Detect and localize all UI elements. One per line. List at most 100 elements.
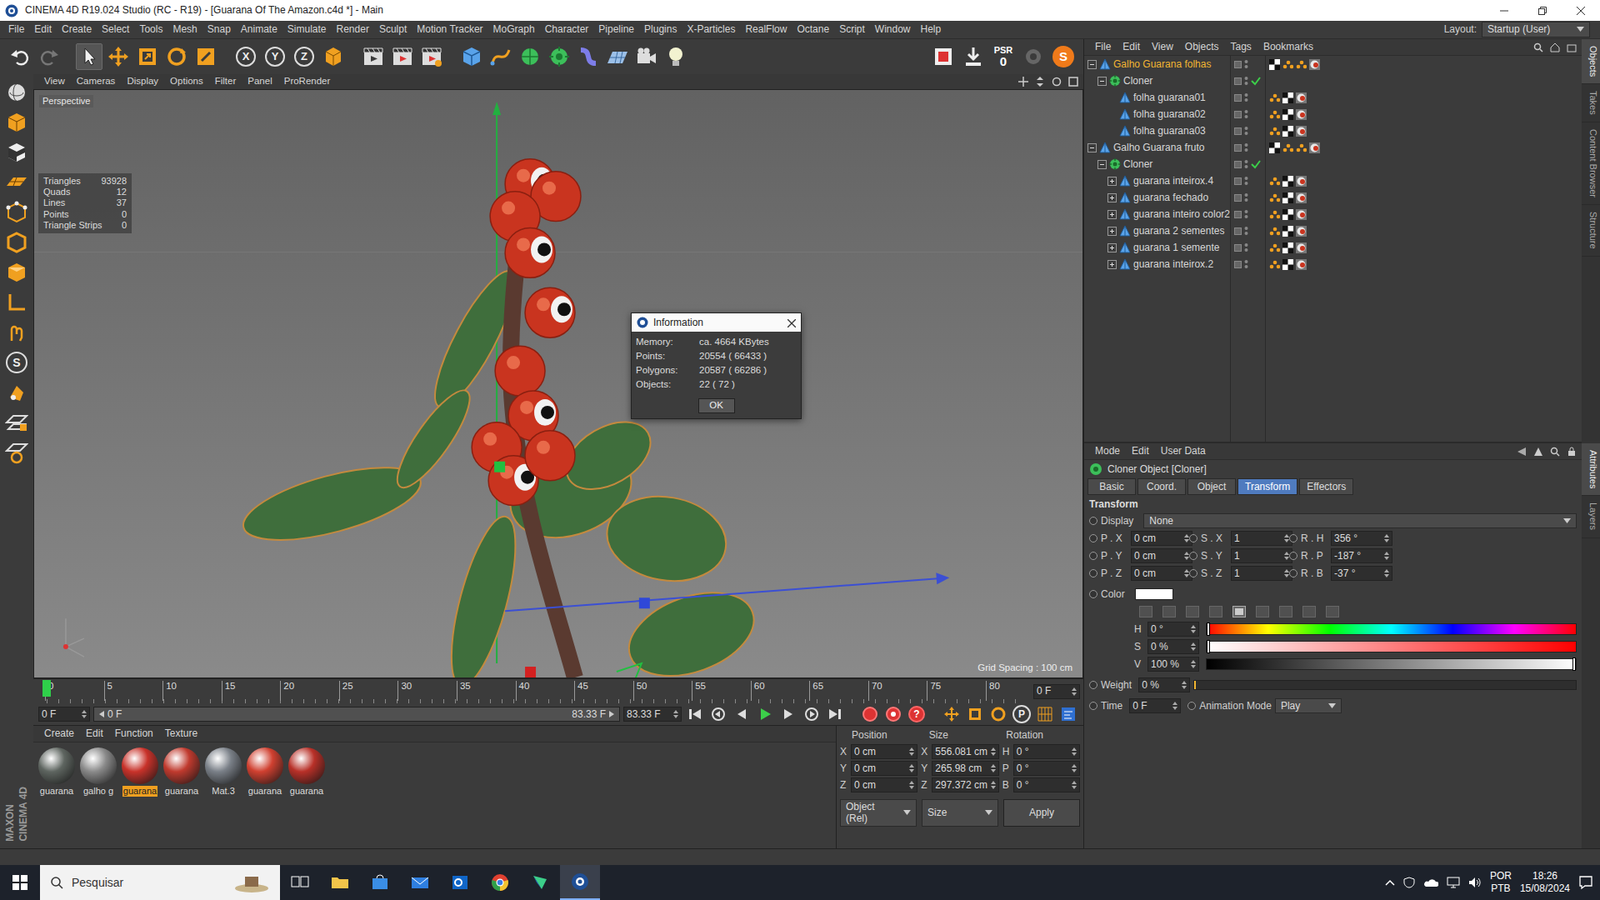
cinema4d-icon[interactable] bbox=[570, 871, 590, 892]
axis-lock-button[interactable]: X bbox=[232, 43, 260, 70]
size-mode-dropdown[interactable]: Size bbox=[921, 799, 999, 827]
menu-item[interactable]: File bbox=[3, 23, 30, 35]
start-frame-field[interactable]: 0 F bbox=[38, 706, 90, 722]
attribute-tab[interactable]: Basic bbox=[1087, 478, 1136, 495]
phong-tag-icon[interactable] bbox=[1295, 59, 1307, 70]
gear-icon[interactable] bbox=[1021, 45, 1045, 69]
layer-icon[interactable] bbox=[1234, 144, 1242, 152]
phong-tag-icon[interactable] bbox=[1269, 209, 1280, 220]
hsv-slider[interactable] bbox=[1205, 623, 1577, 635]
dialog-close-button[interactable] bbox=[787, 316, 796, 329]
position-field[interactable]: 0 cm bbox=[850, 744, 918, 760]
visibility-dots-icon[interactable] bbox=[1244, 225, 1249, 237]
hsv-slider-knob[interactable] bbox=[1206, 622, 1210, 636]
hsv-slider[interactable] bbox=[1205, 640, 1577, 653]
input-language[interactable]: PORPTB bbox=[1490, 870, 1512, 895]
texture-tag-icon[interactable] bbox=[1282, 125, 1294, 137]
side-tab[interactable]: Structure bbox=[1581, 205, 1600, 257]
field-value[interactable]: -37 ° bbox=[1334, 567, 1355, 580]
hsv-value[interactable]: 100 % bbox=[1150, 658, 1180, 670]
position-field[interactable]: 0 cm bbox=[850, 777, 918, 793]
record-icon[interactable] bbox=[861, 705, 879, 723]
menu-item[interactable]: Character bbox=[540, 23, 595, 35]
spinner-icon[interactable] bbox=[673, 709, 679, 720]
clock[interactable]: 18:2615/08/2024 bbox=[1520, 870, 1570, 895]
field-value[interactable]: 0 cm bbox=[1134, 532, 1156, 545]
material-label[interactable]: guarana bbox=[247, 785, 283, 797]
move-button[interactable] bbox=[105, 43, 132, 70]
dropdown-arrow-icon[interactable] bbox=[903, 810, 911, 815]
move-icon[interactable] bbox=[106, 45, 130, 69]
attribute-tab[interactable]: Transform bbox=[1237, 478, 1298, 495]
current-frame-marker[interactable] bbox=[42, 680, 51, 697]
layer-icon[interactable] bbox=[1234, 127, 1242, 135]
snap-plugin-button[interactable]: S bbox=[1050, 43, 1077, 70]
expand-icon[interactable] bbox=[1107, 210, 1117, 220]
redo-icon[interactable] bbox=[37, 45, 61, 69]
object-name[interactable]: guarana fechado bbox=[1133, 191, 1209, 204]
material-tag-icon[interactable] bbox=[1295, 209, 1307, 220]
store-icon[interactable] bbox=[370, 872, 390, 893]
layer-icon[interactable] bbox=[1234, 110, 1242, 119]
side-tab[interactable]: Takes bbox=[1581, 84, 1600, 123]
viewport-menu-item[interactable]: ProRender bbox=[278, 75, 337, 88]
position-value[interactable]: 0 cm bbox=[854, 745, 876, 758]
spinner-icon[interactable] bbox=[990, 780, 996, 790]
collapse-icon[interactable] bbox=[1097, 160, 1107, 170]
render-settings-icon[interactable] bbox=[420, 45, 444, 69]
lock-workplane-icon[interactable] bbox=[5, 410, 29, 435]
end-frame-value[interactable]: 83.33 F bbox=[626, 708, 661, 720]
axis-label[interactable]: Y bbox=[265, 46, 285, 67]
transform-field[interactable]: 0 cm bbox=[1130, 565, 1193, 581]
scale-button[interactable] bbox=[134, 43, 161, 70]
phong-tag-icon[interactable] bbox=[1269, 225, 1280, 237]
material-swatch[interactable]: guarana bbox=[161, 747, 202, 797]
material-swatch[interactable]: guarana bbox=[36, 747, 77, 797]
animate-radio[interactable] bbox=[1289, 534, 1298, 543]
render-view-icon[interactable] bbox=[361, 45, 385, 69]
transform-field[interactable]: 0 cm bbox=[1130, 530, 1193, 546]
phong-tag-icon[interactable] bbox=[1282, 59, 1294, 70]
gear-button[interactable] bbox=[1020, 43, 1047, 70]
tweak-icon[interactable] bbox=[5, 320, 29, 345]
attribute-tab[interactable]: Object bbox=[1187, 478, 1236, 495]
collapse-icon[interactable] bbox=[1087, 60, 1097, 70]
texture-tag-icon[interactable] bbox=[1282, 175, 1294, 187]
color-swatches-icon[interactable] bbox=[1302, 605, 1316, 618]
menu-item[interactable]: Render bbox=[331, 23, 375, 35]
texture-tag-icon[interactable] bbox=[1282, 92, 1294, 104]
object-name[interactable]: guarana 1 semente bbox=[1133, 241, 1220, 254]
weight-slider[interactable] bbox=[1193, 680, 1577, 690]
object-menu-item[interactable]: Bookmarks bbox=[1257, 40, 1320, 53]
workplane-icon[interactable] bbox=[5, 170, 29, 195]
visibility-dots-icon[interactable] bbox=[1244, 191, 1249, 204]
prev-frame-button[interactable] bbox=[731, 704, 752, 725]
field-value[interactable]: 1 bbox=[1234, 532, 1240, 545]
animate-radio[interactable] bbox=[1089, 516, 1098, 525]
key-pla-button[interactable] bbox=[1035, 704, 1055, 725]
field-value[interactable]: 0 cm bbox=[1134, 567, 1156, 580]
hsv-field[interactable]: 0 ° bbox=[1147, 621, 1200, 637]
object-menu-item[interactable]: Edit bbox=[1116, 40, 1146, 53]
expand-icon[interactable] bbox=[1107, 260, 1117, 270]
expand-icon[interactable] bbox=[1107, 176, 1117, 186]
display-dropdown[interactable]: None bbox=[1143, 513, 1577, 529]
texture-tag-icon[interactable] bbox=[1282, 109, 1294, 120]
current-frame-field[interactable]: 0 F bbox=[1033, 684, 1080, 700]
enabled-check-icon[interactable] bbox=[1250, 159, 1261, 170]
clock-time[interactable]: 18:26 bbox=[1532, 870, 1558, 883]
weight-field[interactable]: 0 % bbox=[1138, 677, 1190, 693]
record-button[interactable] bbox=[860, 704, 880, 725]
material-preview[interactable] bbox=[80, 747, 117, 785]
spinner-icon[interactable] bbox=[1071, 763, 1077, 774]
file-explorer-icon[interactable] bbox=[330, 872, 350, 893]
range-left-icon[interactable] bbox=[99, 710, 105, 718]
live-selection-icon[interactable] bbox=[194, 45, 218, 69]
object-name[interactable]: Cloner bbox=[1123, 158, 1153, 170]
material-tag-icon[interactable] bbox=[1295, 225, 1307, 237]
hsv-field[interactable]: 0 % bbox=[1147, 639, 1200, 655]
key-parameter-label[interactable]: P bbox=[1012, 705, 1031, 724]
download-icon[interactable] bbox=[961, 45, 985, 69]
rotate-icon[interactable] bbox=[165, 45, 189, 69]
transform-field[interactable]: 1 bbox=[1230, 530, 1293, 546]
